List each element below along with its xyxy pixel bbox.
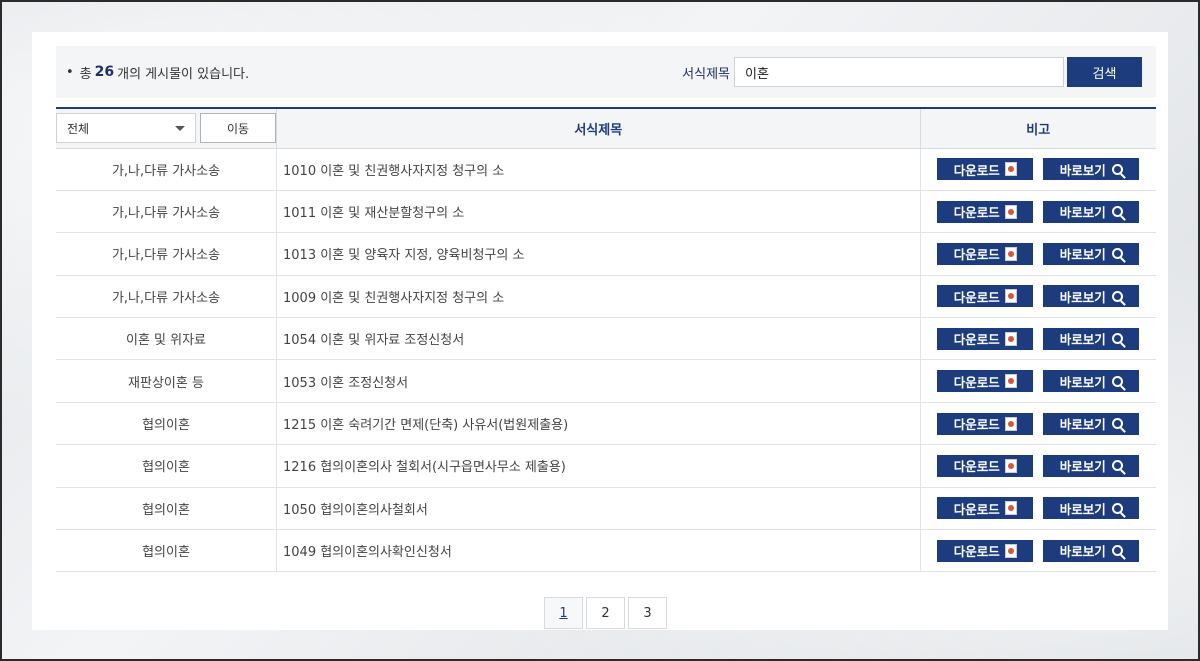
count-value: 26	[94, 64, 115, 80]
row-actions: 다운로드 바로보기	[919, 317, 1156, 361]
view-button[interactable]: 바로보기	[1043, 412, 1140, 435]
category-select[interactable]: 전체	[56, 113, 196, 144]
view-button[interactable]: 바로보기	[1043, 200, 1140, 223]
category-filter-header: 전체 이동	[56, 108, 277, 149]
row-actions: 다운로드 바로보기	[919, 275, 1156, 319]
row-title[interactable]: 1215 이혼 숙려기간 면제(단축) 사유서(법원제출용)	[276, 402, 920, 446]
document-icon	[1004, 246, 1017, 261]
document-icon	[1004, 162, 1017, 177]
row-actions: 다운로드 바로보기	[919, 444, 1156, 488]
move-button[interactable]: 이동	[200, 113, 276, 144]
view-button[interactable]: 바로보기	[1043, 539, 1140, 562]
row-category: 협의이혼	[56, 487, 277, 531]
search-icon	[1111, 290, 1123, 302]
row-actions: 다운로드 바로보기	[919, 190, 1156, 234]
row-category: 협의이혼	[56, 529, 277, 573]
note-column-header: 비고	[919, 108, 1156, 149]
row-category: 재판상이혼 등	[56, 359, 277, 403]
search-icon	[1111, 502, 1123, 514]
search-icon	[1111, 460, 1123, 472]
download-button[interactable]: 다운로드	[937, 370, 1034, 393]
row-category: 이혼 및 위자료	[56, 317, 277, 361]
document-icon	[1004, 331, 1017, 346]
view-button[interactable]: 바로보기	[1043, 242, 1140, 265]
row-actions: 다운로드 바로보기	[919, 359, 1156, 403]
document-icon	[1004, 543, 1017, 558]
search-icon	[1111, 545, 1123, 557]
search-icon	[1111, 418, 1123, 430]
table-row: 가,나,다류 가사소송 1009 이혼 및 친권행사자지정 청구의 소 다운로드 바로…	[56, 275, 1156, 319]
page-link[interactable]: 2	[586, 597, 625, 629]
row-actions: 다운로드 바로보기	[919, 529, 1156, 573]
row-category: 가,나,다류 가사소송	[56, 190, 277, 234]
page-link[interactable]: 3	[628, 597, 667, 629]
search-icon	[1111, 333, 1123, 345]
page-link[interactable]: 1	[544, 597, 583, 629]
search-input[interactable]	[734, 57, 1064, 87]
table-row: 협의이혼 1216 협의이혼의사 철회서(시구읍면사무소 제출용) 다운로드 바로보기	[56, 444, 1156, 488]
view-button[interactable]: 바로보기	[1043, 285, 1140, 308]
forms-table: 전체 이동 서식제목 비고 가,나,다류 가사소송 1010 이혼 및 친권행사자…	[56, 107, 1156, 573]
view-button[interactable]: 바로보기	[1043, 158, 1140, 181]
download-button[interactable]: 다운로드	[937, 200, 1034, 223]
title-column-header: 서식제목	[276, 108, 920, 149]
bullet: •	[66, 64, 74, 80]
search-icon	[1111, 248, 1123, 260]
document-icon	[1004, 458, 1017, 473]
download-button[interactable]: 다운로드	[937, 242, 1034, 265]
row-actions: 다운로드 바로보기	[919, 148, 1156, 191]
table-row: 협의이혼 1215 이혼 숙려기간 면제(단축) 사유서(법원제출용) 다운로드 바로…	[56, 402, 1156, 446]
row-actions: 다운로드 바로보기	[919, 487, 1156, 531]
document-icon	[1004, 416, 1017, 431]
download-button[interactable]: 다운로드	[937, 412, 1034, 435]
row-title[interactable]: 1054 이혼 및 위자료 조정신청서	[276, 317, 920, 361]
view-button[interactable]: 바로보기	[1043, 454, 1140, 477]
document-icon	[1004, 501, 1017, 516]
download-button[interactable]: 다운로드	[937, 158, 1034, 181]
view-button[interactable]: 바로보기	[1043, 497, 1140, 520]
row-title[interactable]: 1053 이혼 조정신청서	[276, 359, 920, 403]
view-button[interactable]: 바로보기	[1043, 370, 1140, 393]
row-title[interactable]: 1216 협의이혼의사 철회서(시구읍면사무소 제출용)	[276, 444, 920, 488]
row-category: 협의이혼	[56, 444, 277, 488]
pagination: 123	[544, 597, 667, 629]
search-bar: • 총 26 개의 게시물이 있습니다. 서식제목 검색	[56, 46, 1156, 98]
row-category: 가,나,다류 가사소송	[56, 275, 277, 319]
row-category: 가,나,다류 가사소송	[56, 148, 277, 191]
download-button[interactable]: 다운로드	[937, 454, 1034, 477]
row-category: 가,나,다류 가사소송	[56, 232, 277, 276]
download-button[interactable]: 다운로드	[937, 497, 1034, 520]
table-row: 협의이혼 1049 협의이혼의사확인신청서 다운로드 바로보기	[56, 529, 1156, 573]
row-title[interactable]: 1009 이혼 및 친권행사자지정 청구의 소	[276, 275, 920, 319]
download-button[interactable]: 다운로드	[937, 285, 1034, 308]
document-icon	[1004, 204, 1017, 219]
row-title[interactable]: 1010 이혼 및 친권행사자지정 청구의 소	[276, 148, 920, 191]
post-count: • 총 26 개의 게시물이 있습니다.	[66, 64, 250, 82]
search-button[interactable]: 검색	[1067, 57, 1142, 87]
table-row: 가,나,다류 가사소송 1011 이혼 및 재산분할청구의 소 다운로드 바로보기	[56, 190, 1156, 234]
table-row: 이혼 및 위자료 1054 이혼 및 위자료 조정신청서 다운로드 바로보기	[56, 317, 1156, 361]
search-label: 서식제목	[682, 66, 730, 82]
search-icon	[1111, 375, 1123, 387]
row-title[interactable]: 1013 이혼 및 양육자 지정, 양육비청구의 소	[276, 232, 920, 276]
content-panel: • 총 26 개의 게시물이 있습니다. 서식제목 검색 전체 이동	[32, 32, 1168, 630]
row-title[interactable]: 1049 협의이혼의사확인신청서	[276, 529, 920, 573]
search-icon	[1111, 206, 1123, 218]
download-button[interactable]: 다운로드	[937, 327, 1034, 350]
row-title[interactable]: 1011 이혼 및 재산분할청구의 소	[276, 190, 920, 234]
row-actions: 다운로드 바로보기	[919, 402, 1156, 446]
table-row: 협의이혼 1050 협의이혼의사철회서 다운로드 바로보기	[56, 487, 1156, 531]
document-icon	[1004, 289, 1017, 304]
chevron-down-icon	[175, 125, 185, 131]
download-button[interactable]: 다운로드	[937, 539, 1034, 562]
table-row: 가,나,다류 가사소송 1010 이혼 및 친권행사자지정 청구의 소 다운로드 바로…	[56, 148, 1156, 191]
view-button[interactable]: 바로보기	[1043, 327, 1140, 350]
row-category: 협의이혼	[56, 402, 277, 446]
document-icon	[1004, 374, 1017, 389]
row-title[interactable]: 1050 협의이혼의사철회서	[276, 487, 920, 531]
search-icon	[1111, 163, 1123, 175]
row-actions: 다운로드 바로보기	[919, 232, 1156, 276]
table-row: 가,나,다류 가사소송 1013 이혼 및 양육자 지정, 양육비청구의 소 다운로…	[56, 232, 1156, 276]
table-row: 재판상이혼 등 1053 이혼 조정신청서 다운로드 바로보기	[56, 359, 1156, 403]
